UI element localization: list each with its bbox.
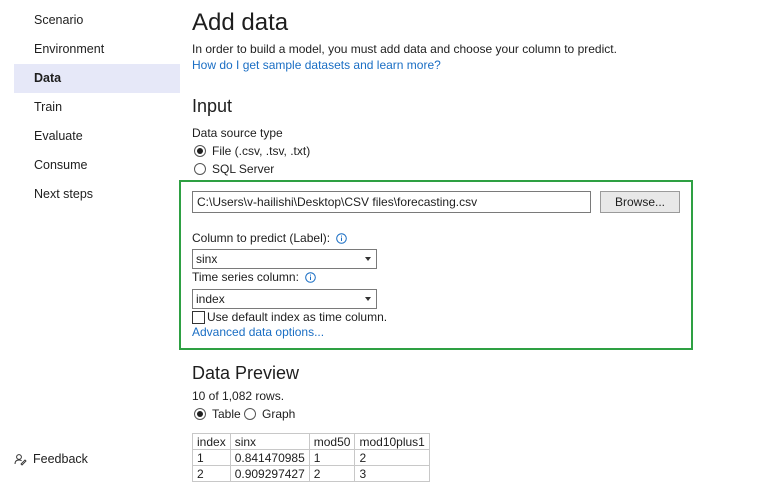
sidebar: Scenario Environment Data Train Evaluate… [0,0,180,482]
feedback-icon [14,453,27,466]
advanced-data-options-link[interactable]: Advanced data options... [192,325,324,339]
chevron-down-icon [365,257,371,261]
table-cell: 0.841470985 [229,449,310,466]
intro-text: In order to build a model, you must add … [192,42,617,56]
sql-radio-label: SQL Server [212,162,275,176]
info-icon[interactable] [336,232,347,244]
input-heading: Input [192,96,233,116]
table-view-radio[interactable] [194,408,206,420]
table-view-option[interactable]: Table [194,407,241,421]
table-cell: 2 [192,465,231,482]
graph-view-option[interactable]: Graph [244,407,295,421]
file-radio-option[interactable]: File (.csv, .tsv, .txt) [194,144,310,158]
label-column-text: Column to predict (Label): [192,231,331,245]
file-radio-label: File (.csv, .tsv, .txt) [212,144,311,158]
label-column-field-label: Column to predict (Label): [192,231,347,245]
label-column-value: sinx [196,252,218,266]
sidebar-item-train[interactable]: Train [14,93,180,122]
label-column-dropdown[interactable]: sinx [192,249,377,269]
data-preview-heading: Data Preview [192,363,300,383]
browse-button[interactable]: Browse... [600,191,680,213]
data-preview-table: index sinx mod50 mod10plus1 1 0.84147098… [192,433,430,482]
default-index-option[interactable]: Use default index as time column. [192,310,387,324]
column-header: mod50 [308,433,356,450]
table-cell: 3 [354,465,430,482]
info-icon[interactable] [305,271,316,283]
column-header: index [192,433,231,450]
table-view-label: Table [212,407,241,421]
sidebar-item-consume[interactable]: Consume [14,151,180,180]
chevron-down-icon [365,297,371,301]
table-cell: 1 [192,449,231,466]
sidebar-item-evaluate[interactable]: Evaluate [14,122,180,151]
table-cell: 0.909297427 [229,465,310,482]
table-cell: 2 [354,449,430,466]
graph-view-label: Graph [262,407,296,421]
table-header-row: index sinx mod50 mod10plus1 [192,433,430,450]
graph-view-radio[interactable] [244,408,256,420]
default-index-label: Use default index as time column. [207,310,388,324]
time-series-dropdown[interactable]: index [192,289,377,309]
sql-radio-option[interactable]: SQL Server [194,162,274,176]
data-source-label: Data source type [192,126,283,140]
sidebar-item-environment[interactable]: Environment [14,35,180,64]
time-series-text: Time series column: [192,270,299,284]
page-title: Add data [192,9,289,36]
time-series-field-label: Time series column: [192,270,316,284]
feedback-label: Feedback [33,452,88,466]
sidebar-item-next-steps[interactable]: Next steps [14,180,180,209]
table-row: 2 0.909297427 2 3 [192,465,430,482]
default-index-checkbox[interactable] [192,310,205,324]
sample-datasets-link[interactable]: How do I get sample datasets and learn m… [192,58,441,72]
feedback-button[interactable]: Feedback [14,450,88,468]
rows-info: 10 of 1,082 rows. [192,389,285,403]
file-path-input[interactable]: C:\Users\v-hailishi\Desktop\CSV files\fo… [192,191,591,213]
sidebar-item-scenario[interactable]: Scenario [14,6,180,35]
column-header: mod10plus1 [354,433,430,450]
file-radio-button[interactable] [194,145,206,157]
sql-radio-button[interactable] [194,163,206,175]
table-row: 1 0.841470985 1 2 [192,449,430,466]
table-cell: 2 [308,465,356,482]
column-header: sinx [229,433,310,450]
sidebar-item-data[interactable]: Data [14,64,180,93]
table-cell: 1 [308,449,356,466]
time-series-value: index [196,292,225,306]
